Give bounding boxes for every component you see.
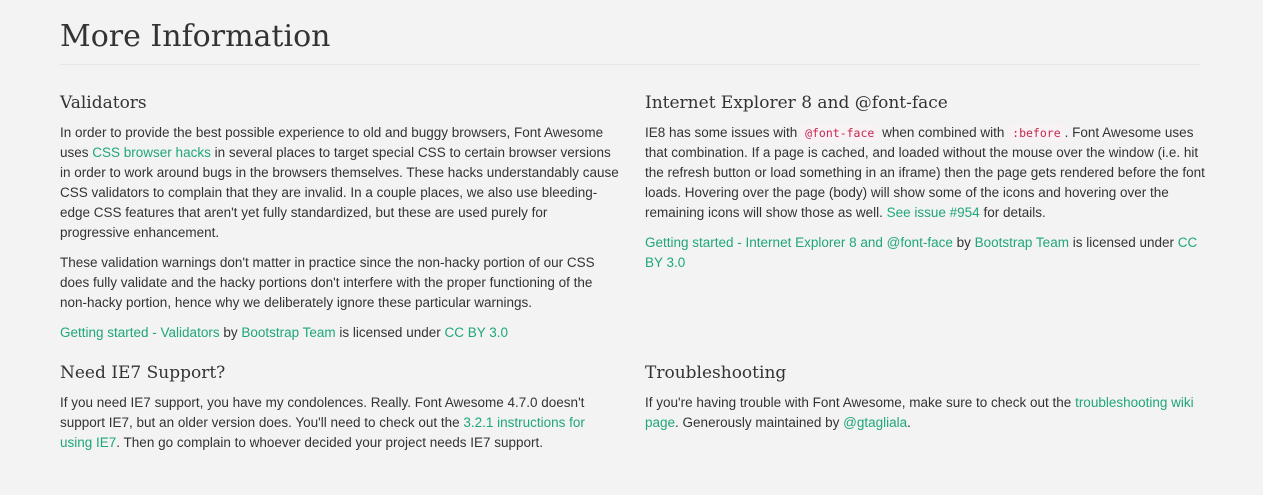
validators-section: Validators In order to provide the best … bbox=[60, 91, 620, 353]
validators-heading: Validators bbox=[60, 93, 147, 113]
attribution-text: by bbox=[219, 325, 242, 340]
bootstrap-team-link[interactable]: Bootstrap Team bbox=[241, 325, 335, 340]
ie8-text: IE8 has some issues with bbox=[645, 125, 802, 140]
ie7-heading: Need IE7 Support? bbox=[60, 363, 226, 383]
gtagliala-link[interactable]: @gtagliala bbox=[843, 415, 907, 430]
ie8-paragraph-1: IE8 has some issues with @font-face when… bbox=[645, 123, 1205, 223]
ie8-text: for details. bbox=[979, 205, 1046, 220]
troubleshooting-text: If you're having trouble with Font Aweso… bbox=[645, 395, 1076, 410]
ie8-heading: Internet Explorer 8 and @font-face bbox=[645, 93, 948, 113]
ie7-text: . Then go complain to whoever decided yo… bbox=[116, 435, 544, 450]
ie7-paragraph-1: If you need IE7 support, you have my con… bbox=[60, 393, 620, 453]
validators-paragraph-2: These validation warnings don't matter i… bbox=[60, 255, 595, 310]
css-browser-hacks-link[interactable]: CSS browser hacks bbox=[92, 145, 211, 160]
before-code: :before bbox=[1008, 124, 1065, 142]
validators-attribution: Getting started - Validators by Bootstra… bbox=[60, 323, 620, 343]
troubleshooting-section: Troubleshooting If you're having trouble… bbox=[645, 361, 1205, 443]
ie8-text: when combined with bbox=[878, 125, 1009, 140]
troubleshooting-text: . Generously maintained by bbox=[675, 415, 844, 430]
ie7-section: Need IE7 Support? If you need IE7 suppor… bbox=[60, 361, 620, 463]
attribution-text: is licensed under bbox=[1068, 235, 1178, 250]
cc-by-license-link[interactable]: CC BY 3.0 bbox=[444, 325, 508, 340]
troubleshooting-heading: Troubleshooting bbox=[645, 363, 787, 383]
troubleshooting-text: . bbox=[907, 415, 911, 430]
ie8-attribution: Getting started - Internet Explorer 8 an… bbox=[645, 233, 1205, 273]
getting-started-validators-link[interactable]: Getting started - Validators bbox=[60, 325, 220, 340]
page-title: More Information bbox=[60, 18, 1200, 65]
attribution-text: by bbox=[952, 235, 975, 250]
bootstrap-team-link[interactable]: Bootstrap Team bbox=[975, 235, 1069, 250]
validators-paragraph-1: In order to provide the best possible ex… bbox=[60, 123, 620, 243]
page: More Information Validators In order to … bbox=[0, 0, 1263, 495]
troubleshooting-paragraph-1: If you're having trouble with Font Aweso… bbox=[645, 393, 1205, 433]
see-issue-954-link[interactable]: See issue #954 bbox=[887, 205, 980, 220]
attribution-text: is licensed under bbox=[335, 325, 445, 340]
getting-started-ie8-link[interactable]: Getting started - Internet Explorer 8 an… bbox=[645, 235, 953, 250]
ie8-section: Internet Explorer 8 and @font-face IE8 h… bbox=[645, 91, 1205, 283]
font-face-code: @font-face bbox=[801, 124, 879, 142]
